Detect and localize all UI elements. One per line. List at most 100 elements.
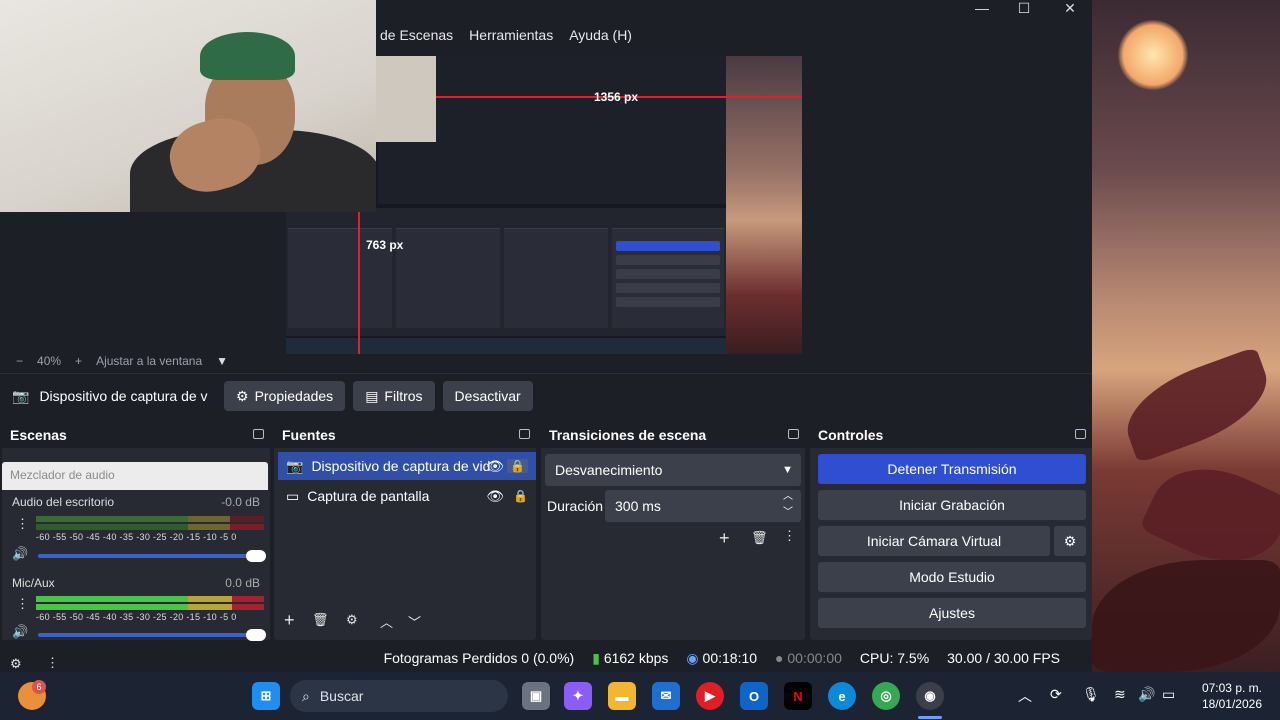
lock-icon[interactable]: 🔒 (507, 459, 528, 473)
stop-stream-button[interactable]: Detener Transmisión (818, 454, 1086, 484)
chrome-icon[interactable]: ◎ (872, 682, 900, 710)
volume-icon[interactable]: 🔊 (1138, 686, 1155, 703)
chevron-down-icon[interactable]: ▼ (216, 354, 228, 368)
undock-icon[interactable] (253, 429, 264, 439)
speaker-icon[interactable]: 🔊 (12, 624, 28, 640)
deactivate-button[interactable]: Desactivar (442, 381, 533, 411)
menu-help[interactable]: Ayuda (H) (569, 27, 632, 43)
preview-nested-obs (286, 208, 726, 336)
add-source-icon[interactable]: + (284, 610, 295, 631)
sync-icon[interactable]: ⟳ (1050, 686, 1062, 703)
controls-dock-title: Controles (810, 422, 1092, 448)
clock-date: 18/01/2026 (1201, 697, 1262, 711)
channel-mic-db: 0.0 dB (225, 576, 260, 590)
source-item[interactable]: ▭ Captura de pantalla 👁 🔒 (278, 482, 536, 510)
maximize-button[interactable]: ☐ (1004, 0, 1044, 18)
controls-dock: Controles Detener Transmisión Iniciar Gr… (810, 422, 1092, 640)
start-virtual-camera-button[interactable]: Iniciar Cámara Virtual (818, 526, 1050, 556)
task-view-icon[interactable]: ▣ (522, 682, 550, 710)
edge-icon[interactable]: e (828, 682, 856, 710)
wallpaper-leaf (1114, 346, 1280, 464)
start-recording-button[interactable]: Iniciar Grabación (818, 490, 1086, 520)
undock-icon[interactable] (519, 429, 530, 439)
wallpaper-sun (1118, 20, 1188, 90)
battery-icon[interactable]: ▭ (1162, 686, 1175, 703)
virtual-camera-settings-gear-icon[interactable]: ⚙ (1054, 526, 1086, 556)
audio-mixer-title: Mezclador de audio (2, 462, 268, 490)
microphone-icon[interactable]: 🎙 (1082, 686, 1100, 703)
slider-knob[interactable] (246, 550, 266, 562)
stream-time: ◉ 00:18:10 (686, 650, 757, 667)
zoom-in-button[interactable]: + (75, 354, 82, 368)
taskbar-search[interactable]: ⌕ Buscar (290, 680, 508, 712)
channel-mic-volume-slider[interactable] (38, 629, 266, 641)
properties-label: Propiedades (254, 388, 334, 404)
zoom-level: 40% (37, 354, 62, 368)
studio-mode-button[interactable]: Modo Estudio (818, 562, 1086, 592)
filter-icon: ▤ (365, 387, 379, 404)
undock-icon[interactable] (1075, 429, 1086, 439)
search-icon: ⌕ (302, 687, 310, 704)
gear-icon: ⚙ (236, 387, 249, 404)
tray-overflow-icon[interactable]: ︿ (1018, 686, 1032, 706)
transition-selected-value: Desvanecimiento (555, 462, 663, 478)
transition-select[interactable]: Desvanecimiento ▼ (545, 454, 801, 486)
stepper-down-icon[interactable]: ﹀ (783, 497, 793, 529)
trash-icon[interactable]: 🗑 (312, 612, 329, 628)
eye-icon[interactable]: 👁 (486, 458, 504, 475)
source-toolbar: 📷 Dispositivo de captura de v ⚙ Propieda… (0, 374, 1092, 418)
bitrate-value: 6162 kbps (603, 649, 669, 666)
camera-icon: 📷 (12, 387, 30, 404)
undock-icon[interactable] (788, 429, 799, 439)
menu-scenes[interactable]: de Escenas (380, 27, 453, 43)
menu-tools[interactable]: Herramientas (469, 27, 553, 43)
speaker-icon[interactable]: 🔊 (12, 546, 28, 562)
duration-value: 300 ms (615, 498, 661, 514)
record-time-value: 00:00:00 (787, 650, 842, 666)
selected-source: 📷 Dispositivo de captura de v (12, 388, 216, 405)
copilot-icon[interactable]: ✦ (564, 682, 592, 710)
channel-desktop-meter-2 (36, 524, 264, 530)
filters-button[interactable]: ▤ Filtros (353, 381, 435, 411)
obs-icon[interactable]: ◉ (916, 682, 944, 710)
minimize-button[interactable]: — (962, 0, 1002, 18)
lock-icon[interactable]: 🔒 (513, 489, 528, 503)
gear-icon[interactable]: ⚙ (346, 612, 358, 628)
file-explorer-icon[interactable]: ▬ (608, 682, 636, 710)
eye-icon[interactable]: 👁 (486, 488, 504, 505)
duration-input[interactable]: 300 ms ︿ ﹀ (605, 490, 801, 522)
properties-button[interactable]: ⚙ Propiedades (224, 381, 346, 411)
more-options-icon[interactable]: ⋮ (16, 596, 29, 612)
netflix-icon[interactable]: N (784, 682, 812, 710)
channel-desktop-volume-slider[interactable] (38, 550, 266, 562)
preview-webcam-thumbnail (376, 56, 436, 142)
outlook-classic-icon[interactable]: O (740, 682, 768, 710)
trash-icon[interactable]: 🗑 (751, 530, 768, 546)
webcam-overlay (0, 0, 376, 212)
selected-source-name: Dispositivo de captura de v (39, 388, 208, 404)
source-item[interactable]: 📷 Dispositivo de captura de vid 👁 🔒 (278, 452, 536, 480)
channel-desktop-meter (36, 516, 264, 522)
deactivate-label: Desactivar (454, 388, 521, 404)
more-options-icon[interactable]: ⋮ (783, 528, 796, 544)
sources-dock-title: Fuentes (274, 422, 536, 448)
close-button[interactable]: ✕ (1050, 0, 1090, 18)
chevron-up-icon[interactable]: ︿ (380, 612, 393, 631)
broadcast-icon: ◉ (686, 649, 699, 666)
add-transition-icon[interactable]: + (719, 528, 730, 549)
wifi-icon[interactable]: ≋ (1114, 686, 1126, 703)
windows-start-icon[interactable]: ⊞ (252, 682, 280, 710)
fit-to-window-button[interactable]: Ajustar a la ventana (96, 354, 202, 368)
channel-desktop-name: Audio del escritorio (12, 495, 115, 509)
chevron-down-icon[interactable]: ﹀ (408, 612, 421, 631)
slider-knob[interactable] (246, 629, 266, 641)
outlook-icon[interactable]: ✉ (652, 682, 680, 710)
settings-button[interactable]: Ajustes (818, 598, 1086, 628)
clock[interactable]: 07:03 p. m. 18/01/2026 (1202, 680, 1262, 712)
meter-scale: -60 -55 -50 -45 -40 -35 -30 -25 -20 -15 … (36, 612, 237, 622)
search-placeholder: Buscar (319, 688, 364, 704)
zoom-out-button[interactable]: − (16, 354, 23, 368)
youtube-icon[interactable]: ▶ (696, 682, 724, 710)
more-options-icon[interactable]: ⋮ (16, 516, 29, 532)
source-item-label: Captura de pantalla (307, 488, 430, 504)
